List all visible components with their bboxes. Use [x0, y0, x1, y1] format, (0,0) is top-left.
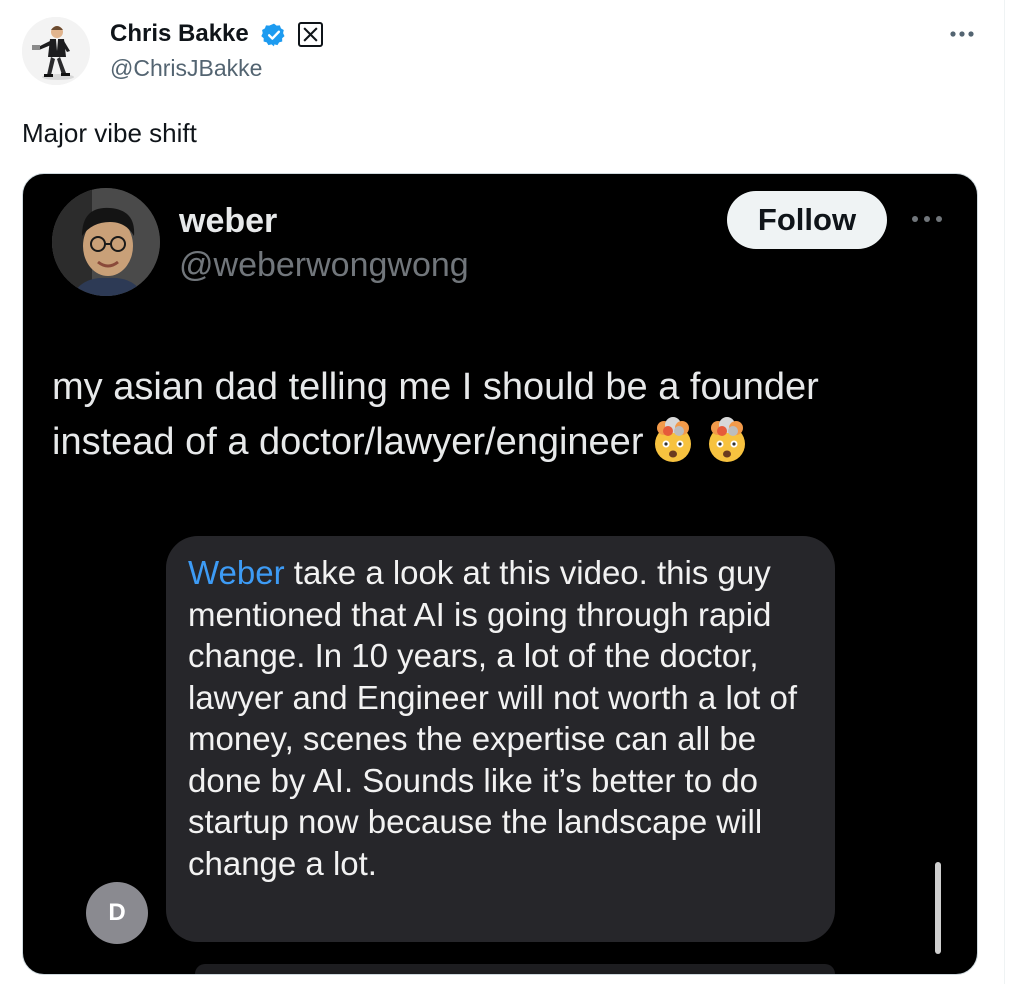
message-text: Weber take a look at this video. this gu… [188, 552, 828, 884]
verified-badge-icon [261, 23, 285, 47]
sender-avatar: D [86, 882, 148, 944]
message-mention: Weber [188, 554, 285, 591]
embedded-author-name: weber [179, 202, 278, 240]
follow-button: Follow [727, 191, 887, 249]
next-message-bubble-edge [195, 964, 835, 974]
tweet-text: Major vibe shift [22, 118, 197, 148]
scrollbar [935, 862, 941, 954]
x-logo-icon [298, 22, 323, 47]
embedded-post-text: my asian dad telling me I should be a fo… [52, 360, 932, 470]
more-options-icon[interactable] [947, 26, 977, 42]
timeline-border [1004, 0, 1005, 984]
embedded-more-options-icon [912, 216, 942, 222]
message-body: take a look at this video. this guy ment… [188, 554, 797, 882]
author-handle[interactable]: @ChrisJBakke [110, 54, 262, 82]
embedded-author-handle: @weberwongwong [179, 246, 469, 284]
author-name[interactable]: Chris Bakke [110, 20, 249, 48]
exploding-head-emoji-icon [655, 417, 692, 462]
tweet-image[interactable]: weber @weberwongwong Follow my asian dad… [22, 173, 978, 975]
author-avatar[interactable] [22, 17, 90, 85]
embedded-avatar [52, 188, 160, 296]
exploding-head-emoji-icon [709, 417, 746, 462]
